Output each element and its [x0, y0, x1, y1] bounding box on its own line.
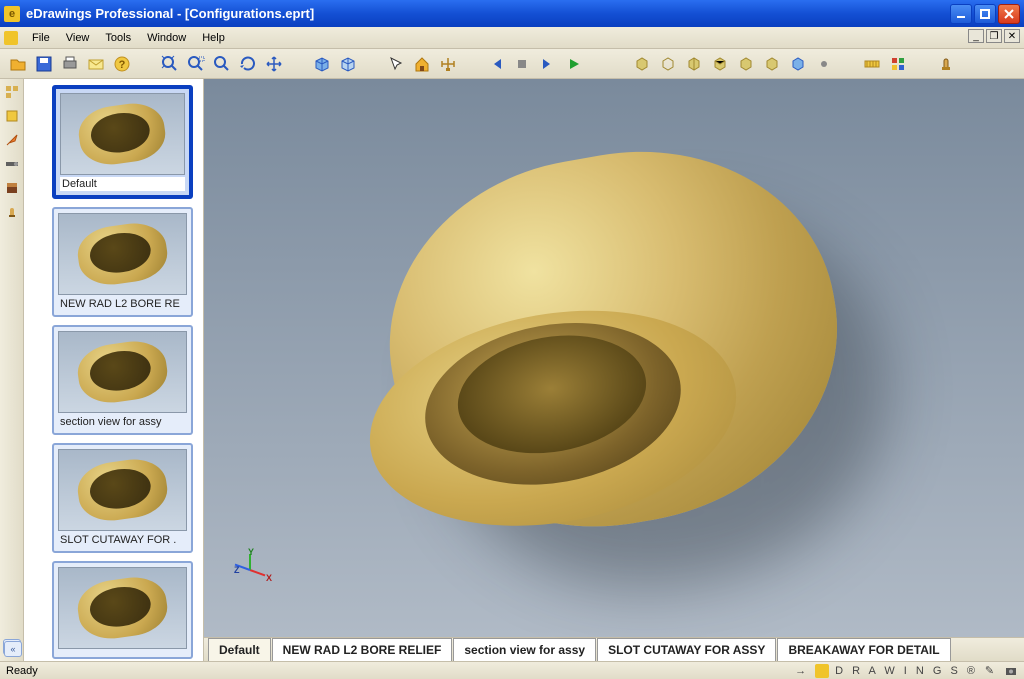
help-button[interactable]: ? — [110, 52, 134, 76]
config-thumbnail — [58, 213, 187, 295]
side-tab-markup[interactable] — [3, 131, 21, 149]
configurations-panel[interactable]: Default NEW RAD L2 BORE RE section view fo… — [24, 79, 204, 661]
view-tab-0[interactable]: Default — [208, 638, 271, 661]
open-button[interactable] — [6, 52, 30, 76]
menu-help[interactable]: Help — [194, 29, 233, 47]
view-cube-6[interactable] — [760, 52, 784, 76]
orientation-triad[interactable]: X Y Z — [236, 543, 276, 583]
view-tab-4[interactable]: BREAKAWAY FOR DETAIL — [777, 638, 950, 661]
shaded-button[interactable] — [310, 52, 334, 76]
stamp-button[interactable] — [934, 52, 958, 76]
triad-y-label: Y — [248, 547, 254, 557]
brand-area: → D R A W I N G S ® ✎ — [795, 664, 1018, 678]
camera-icon[interactable] — [1004, 664, 1018, 678]
menu-tools[interactable]: Tools — [97, 29, 139, 47]
zoom-fit-button[interactable] — [158, 52, 182, 76]
save-button[interactable] — [32, 52, 56, 76]
config-card-0[interactable]: Default — [52, 85, 193, 199]
config-card-1[interactable]: NEW RAD L2 BORE RE — [52, 207, 193, 317]
config-label: section view for assy — [58, 415, 187, 429]
side-tab-sheets[interactable] — [3, 107, 21, 125]
print-button[interactable] — [58, 52, 82, 76]
mdi-buttons: _ ❐ ✕ — [968, 29, 1020, 43]
home-button[interactable] — [410, 52, 434, 76]
stop-button[interactable] — [510, 52, 534, 76]
3d-viewport[interactable]: X Y Z — [204, 79, 1024, 637]
config-card-2[interactable]: section view for assy — [52, 325, 193, 435]
brand-icon — [815, 664, 829, 678]
play-button[interactable] — [562, 52, 586, 76]
configs-button[interactable] — [886, 52, 910, 76]
select-button[interactable] — [384, 52, 408, 76]
view-cube-1[interactable] — [630, 52, 654, 76]
model-rendering — [334, 119, 894, 579]
menu-file[interactable]: File — [24, 29, 58, 47]
last-button[interactable] — [536, 52, 560, 76]
side-tab-stamp[interactable] — [3, 203, 21, 221]
brand-arrow-icon: → — [795, 665, 809, 677]
config-card-3[interactable]: SLOT CUTAWAY FOR . — [52, 443, 193, 553]
view-cube-3[interactable] — [682, 52, 706, 76]
main-toolbar: ? — [0, 49, 1024, 79]
menu-view[interactable]: View — [58, 29, 98, 47]
window-buttons — [950, 4, 1020, 24]
config-label: Default — [60, 177, 185, 191]
zoom-area-button[interactable] — [184, 52, 208, 76]
tape-button[interactable] — [860, 52, 884, 76]
viewport-wrapper: X Y Z DefaultNEW RAD L2 BORE RELIEFsecti… — [204, 79, 1024, 661]
window-title: eDrawings Professional - [Configurations… — [26, 6, 950, 21]
status-text: Ready — [6, 665, 795, 677]
measure-button[interactable] — [436, 52, 460, 76]
svg-text:?: ? — [119, 59, 126, 71]
pencil-icon[interactable]: ✎ — [984, 664, 998, 678]
rotate-button[interactable] — [236, 52, 260, 76]
sidebar-tab-strip: « — [0, 79, 24, 661]
collapse-bottom-button[interactable]: « — [4, 641, 22, 657]
view-tab-2[interactable]: section view for assy — [453, 638, 596, 661]
menu-window[interactable]: Window — [139, 29, 194, 47]
mdi-close-button[interactable]: ✕ — [1004, 29, 1020, 43]
side-tab-section[interactable] — [3, 179, 21, 197]
pan-button[interactable] — [262, 52, 286, 76]
config-label: NEW RAD L2 BORE RE — [58, 297, 187, 311]
triad-z-label: Z — [234, 565, 240, 575]
zoom-button[interactable] — [210, 52, 234, 76]
document-icon — [4, 31, 18, 45]
menu-bar: File View Tools Window Help _ ❐ ✕ — [0, 27, 1024, 49]
view-cube-5[interactable] — [734, 52, 758, 76]
triad-x-label: X — [266, 573, 272, 583]
shaded-edges-button[interactable] — [336, 52, 360, 76]
view-cube-2[interactable] — [656, 52, 680, 76]
side-tab-configs[interactable] — [3, 83, 21, 101]
brand-text: D R A W I N G S ® — [835, 665, 978, 677]
maximize-button[interactable] — [974, 4, 996, 24]
view-tabs-bar: DefaultNEW RAD L2 BORE RELIEFsection vie… — [204, 637, 1024, 661]
view-tab-1[interactable]: NEW RAD L2 BORE RELIEF — [272, 638, 453, 661]
config-thumbnail — [58, 567, 187, 649]
side-tab-measure[interactable] — [3, 155, 21, 173]
title-bar: e eDrawings Professional - [Configuratio… — [0, 0, 1024, 27]
config-thumbnail — [58, 331, 187, 413]
status-bar: Ready → D R A W I N G S ® ✎ — [0, 661, 1024, 679]
minimize-button[interactable] — [950, 4, 972, 24]
config-label — [58, 651, 187, 653]
first-button[interactable] — [484, 52, 508, 76]
config-thumbnail — [60, 93, 185, 175]
app-icon: e — [4, 6, 20, 22]
view-extra[interactable] — [812, 52, 836, 76]
view-tab-3[interactable]: SLOT CUTAWAY FOR ASSY — [597, 638, 776, 661]
config-label: SLOT CUTAWAY FOR . — [58, 533, 187, 547]
main-area: « Default NEW RAD L2 BORE RE section view … — [0, 79, 1024, 661]
mdi-restore-button[interactable]: ❐ — [986, 29, 1002, 43]
view-cube-7[interactable] — [786, 52, 810, 76]
mail-button[interactable] — [84, 52, 108, 76]
close-button[interactable] — [998, 4, 1020, 24]
mdi-minimize-button[interactable]: _ — [968, 29, 984, 43]
config-card-4[interactable] — [52, 561, 193, 659]
view-cube-4[interactable] — [708, 52, 732, 76]
config-thumbnail — [58, 449, 187, 531]
